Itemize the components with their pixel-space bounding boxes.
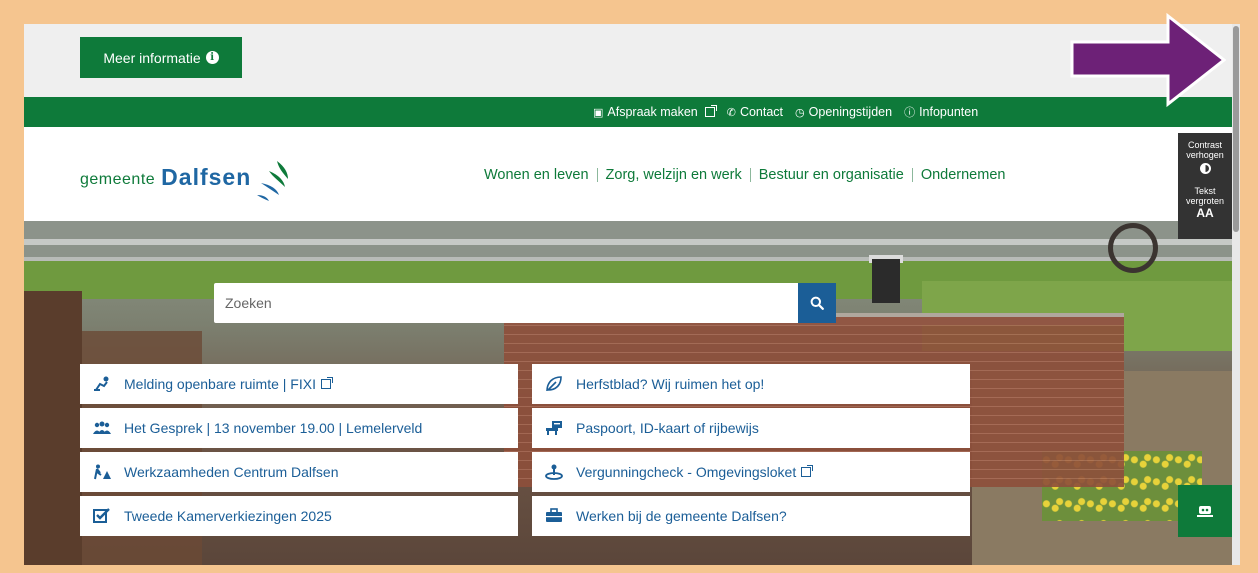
clock-icon: ◷ bbox=[795, 106, 805, 119]
hero-bollard bbox=[872, 259, 900, 303]
accessibility-tools: Contrast verhogen Tekst vergroten AA bbox=[1178, 133, 1232, 239]
text-enlarge-label-line2: vergroten bbox=[1185, 196, 1225, 206]
phone-icon: ✆ bbox=[726, 106, 736, 119]
util-openingstijden[interactable]: ◷ Openingstijden bbox=[795, 105, 892, 119]
util-infopunten[interactable]: ⓘ Infopunten bbox=[904, 104, 978, 120]
quick-link-label: Melding openbare ruimte | FIXI bbox=[124, 376, 316, 392]
hero-lock-gate bbox=[24, 291, 82, 565]
quick-link-label: Herfstblad? Wij ruimen het op! bbox=[576, 376, 765, 392]
id-card-icon bbox=[543, 419, 565, 437]
person-worker-icon bbox=[91, 375, 113, 393]
search-icon bbox=[810, 296, 824, 310]
dalfsen-logo[interactable]: gemeente Dalfsen bbox=[80, 157, 291, 203]
meer-informatie-label: Meer informatie bbox=[103, 49, 201, 66]
hero-railing bbox=[24, 239, 1232, 245]
checkbox-vote-icon bbox=[91, 507, 113, 525]
contrast-label-line1: Contrast bbox=[1187, 140, 1222, 150]
quick-link-label: Vergunningcheck - Omgevingsloket bbox=[576, 464, 797, 480]
logo-mark-icon bbox=[257, 161, 289, 201]
contrast-label-line2: verhogen bbox=[1186, 150, 1224, 160]
search-bar bbox=[214, 283, 836, 323]
people-group-icon bbox=[91, 419, 113, 437]
util-afspraak-label: Afspraak maken bbox=[607, 105, 698, 119]
site-header: gemeente Dalfsen Wonen en leven Zorg, we… bbox=[24, 127, 1232, 221]
hero-wheel bbox=[1108, 223, 1158, 273]
util-contact-label: Contact bbox=[739, 105, 784, 119]
text-enlarge-button[interactable]: Tekst vergroten AA bbox=[1178, 174, 1232, 220]
main-navigation: Wonen en leven Zorg, welzijn en werk Bes… bbox=[484, 167, 1005, 183]
contrast-toggle-button[interactable]: Contrast verhogen bbox=[1178, 133, 1232, 174]
leaf-icon bbox=[543, 375, 565, 393]
info-strip: Meer informatie i bbox=[24, 24, 1232, 97]
external-link-icon bbox=[704, 105, 717, 117]
quick-link-herfstblad[interactable]: Herfstblad? Wij ruimen het op! bbox=[532, 364, 970, 404]
search-input[interactable] bbox=[214, 283, 798, 323]
util-afspraak-maken[interactable]: ▣ Afspraak maken bbox=[593, 105, 717, 119]
briefcase-icon bbox=[543, 507, 565, 525]
quick-link-werken-bij[interactable]: Werken bij de gemeente Dalfsen? bbox=[532, 496, 970, 536]
info-icon: i bbox=[205, 51, 219, 64]
nav-separator bbox=[911, 168, 913, 182]
building-permit-icon bbox=[543, 463, 565, 481]
nav-wonen-en-leven[interactable]: Wonen en leven bbox=[484, 167, 589, 183]
quick-link-vergunningcheck[interactable]: Vergunningcheck - Omgevingsloket bbox=[532, 452, 970, 492]
scrollbar-thumb[interactable] bbox=[1233, 26, 1239, 232]
external-link-icon bbox=[801, 465, 814, 477]
meer-informatie-button[interactable]: Meer informatie i bbox=[80, 37, 242, 78]
text-size-icon: AA bbox=[1196, 206, 1214, 220]
text-enlarge-label-line1: Tekst bbox=[1194, 186, 1216, 196]
quick-link-label: Tweede Kamerverkiezingen 2025 bbox=[124, 508, 332, 524]
nav-bestuur-organisatie[interactable]: Bestuur en organisatie bbox=[759, 167, 904, 183]
quick-link-werkzaamheden[interactable]: Werkzaamheden Centrum Dalfsen bbox=[80, 452, 518, 492]
roadwork-icon bbox=[91, 463, 113, 481]
quick-link-paspoort[interactable]: Paspoort, ID-kaart of rijbewijs bbox=[532, 408, 970, 448]
nav-separator bbox=[596, 168, 598, 182]
search-button[interactable] bbox=[798, 283, 836, 323]
chat-bot-icon bbox=[1197, 506, 1213, 517]
chat-button[interactable] bbox=[1178, 485, 1232, 537]
hero-railing bbox=[24, 257, 1232, 261]
quick-link-melding[interactable]: Melding openbare ruimte | FIXI bbox=[80, 364, 518, 404]
browser-viewport: Meer informatie i ▣ Afspraak maken ✆ Con… bbox=[24, 24, 1232, 565]
quick-link-label: Werkzaamheden Centrum Dalfsen bbox=[124, 464, 339, 480]
nav-separator bbox=[749, 168, 751, 182]
quick-link-verkiezingen[interactable]: Tweede Kamerverkiezingen 2025 bbox=[80, 496, 518, 536]
util-openingstijden-label: Openingstijden bbox=[808, 105, 893, 119]
calendar-icon: ▣ bbox=[593, 106, 604, 119]
logo-text-gemeente: gemeente bbox=[80, 171, 156, 188]
util-infopunten-label: Infopunten bbox=[919, 105, 979, 119]
quick-link-label: Werken bij de gemeente Dalfsen? bbox=[576, 508, 787, 524]
util-contact[interactable]: ✆ Contact bbox=[727, 105, 783, 119]
info-icon: ⓘ bbox=[904, 107, 916, 119]
quick-link-label: Het Gesprek | 13 november 19.00 | Lemele… bbox=[124, 420, 423, 436]
utility-bar: ▣ Afspraak maken ✆ Contact ◷ Openingstij… bbox=[24, 97, 1232, 127]
annotation-arrow-icon bbox=[1070, 12, 1226, 108]
nav-ondernemen[interactable]: Ondernemen bbox=[921, 167, 1006, 183]
contrast-icon bbox=[1199, 163, 1211, 174]
external-link-icon bbox=[320, 377, 333, 389]
logo-text-dalfsen: Dalfsen bbox=[161, 164, 252, 190]
nav-zorg-welzijn-werk[interactable]: Zorg, welzijn en werk bbox=[606, 167, 742, 183]
quick-link-label: Paspoort, ID-kaart of rijbewijs bbox=[576, 420, 759, 436]
hero-image: Melding openbare ruimte | FIXI Het Gespr… bbox=[24, 221, 1232, 565]
quick-link-het-gesprek[interactable]: Het Gesprek | 13 november 19.00 | Lemele… bbox=[80, 408, 518, 448]
